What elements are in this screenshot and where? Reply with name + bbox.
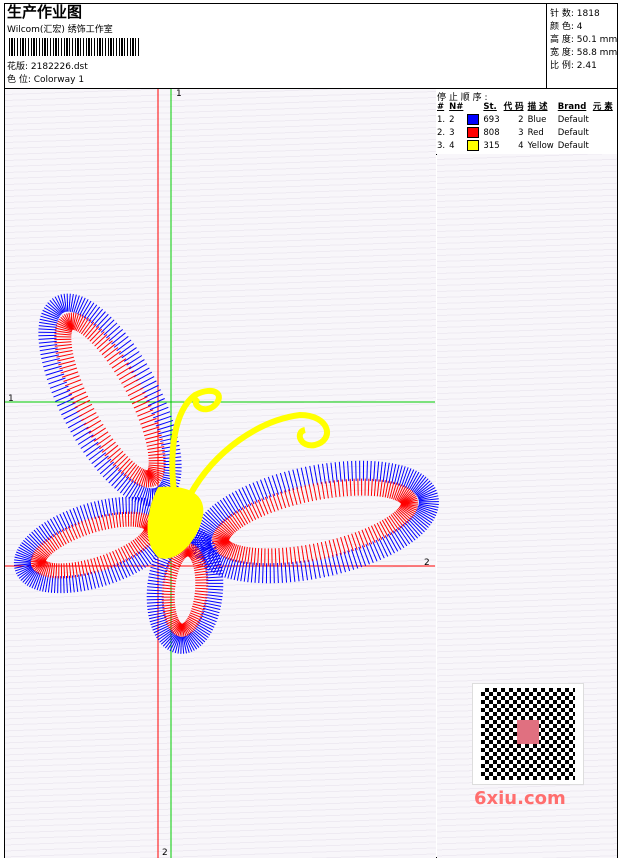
axis-label-right: 2 (424, 558, 430, 568)
yellow-antennae (147, 387, 330, 559)
wing-right-blue (191, 460, 439, 584)
wing-right-red (211, 478, 419, 566)
wing-upper-left-blue (38, 293, 182, 507)
antenna-right (187, 411, 330, 497)
watermark-text: 6xiu.com (474, 788, 566, 809)
qr-code (472, 683, 584, 785)
wing-lower-left-red (30, 511, 160, 579)
axis-label-left: 1 (8, 394, 14, 404)
axis-label-bottom: 2 (162, 848, 168, 858)
axis-label-top: 1 (176, 89, 182, 99)
